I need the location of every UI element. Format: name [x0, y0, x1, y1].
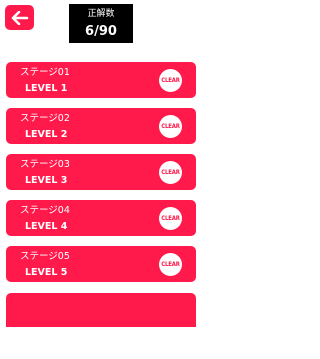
stage-level: LEVEL 1 — [25, 83, 68, 94]
stage-level: LEVEL 5 — [25, 267, 68, 278]
stage-item-05[interactable]: ステージ05 LEVEL 5 CLEAR — [6, 246, 196, 282]
stage-level: LEVEL 3 — [25, 175, 68, 186]
clear-badge: CLEAR — [159, 115, 182, 138]
stage-name: ステージ02 — [20, 113, 70, 124]
stage-item-03[interactable]: ステージ03 LEVEL 3 CLEAR — [6, 154, 196, 190]
stage-item-06[interactable] — [6, 293, 196, 327]
stage-item-04[interactable]: ステージ04 LEVEL 4 CLEAR — [6, 200, 196, 236]
stage-level: LEVEL 4 — [25, 221, 68, 232]
back-arrow-icon — [11, 10, 29, 25]
stage-item-01[interactable]: ステージ01 LEVEL 1 CLEAR — [6, 62, 196, 98]
stage-item-02[interactable]: ステージ02 LEVEL 2 CLEAR — [6, 108, 196, 144]
score-panel: 正解数 6/90 — [69, 4, 133, 43]
stage-name: ステージ04 — [20, 205, 70, 216]
clear-badge: CLEAR — [159, 253, 182, 276]
stage-name: ステージ03 — [20, 159, 70, 170]
score-label: 正解数 — [87, 9, 115, 19]
stage-name: ステージ05 — [20, 251, 70, 262]
score-value: 6/90 — [85, 24, 117, 39]
stage-name: ステージ01 — [20, 67, 70, 78]
clear-badge: CLEAR — [159, 69, 182, 92]
clear-badge: CLEAR — [159, 207, 182, 230]
clear-badge: CLEAR — [159, 161, 182, 184]
stage-level: LEVEL 2 — [25, 129, 68, 140]
back-button[interactable] — [5, 5, 34, 30]
